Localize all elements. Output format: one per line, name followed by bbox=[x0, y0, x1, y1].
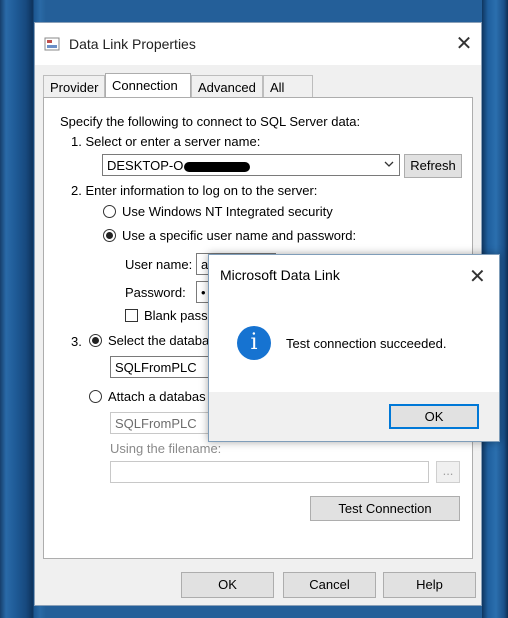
refresh-button[interactable]: Refresh bbox=[404, 154, 462, 178]
select-database-label: Select the databa bbox=[108, 333, 210, 348]
ok-button[interactable]: OK bbox=[181, 572, 274, 598]
blank-password-checkbox[interactable] bbox=[125, 309, 138, 322]
chevron-down-icon bbox=[384, 161, 394, 167]
attach-database-radio[interactable] bbox=[89, 390, 102, 403]
password-label: Password: bbox=[125, 285, 186, 300]
windows-security-radio[interactable] bbox=[103, 205, 116, 218]
help-button[interactable]: Help bbox=[383, 572, 476, 598]
info-icon: i bbox=[237, 326, 271, 360]
blank-password-label: Blank pass bbox=[144, 308, 208, 323]
specific-user-radio[interactable] bbox=[103, 229, 116, 242]
step2-label: 2. Enter information to log on to the se… bbox=[71, 183, 318, 198]
specific-user-label: Use a specific user name and password: bbox=[122, 228, 357, 243]
select-database-radio[interactable] bbox=[89, 334, 102, 347]
tab-all[interactable]: All bbox=[263, 75, 313, 97]
step3-label: 3. bbox=[71, 334, 82, 349]
message-ok-button[interactable]: OK bbox=[389, 404, 479, 429]
browse-button[interactable]: ... bbox=[436, 461, 460, 483]
server-name-combo[interactable]: DESKTOP-O bbox=[102, 154, 400, 176]
server-name-value: DESKTOP-O bbox=[107, 158, 184, 173]
intro-label: Specify the following to connect to SQL … bbox=[60, 114, 361, 129]
message-box-footer: OK bbox=[209, 392, 499, 441]
attach-database-label: Attach a databas bbox=[108, 389, 206, 404]
window-title: Data Link Properties bbox=[69, 36, 196, 52]
title-bar: Data Link Properties ✕ bbox=[35, 23, 481, 65]
tab-provider[interactable]: Provider bbox=[43, 75, 105, 97]
step1-label: 1. Select or enter a server name: bbox=[71, 134, 261, 149]
filename-input[interactable] bbox=[110, 461, 429, 483]
username-label: User name: bbox=[125, 257, 193, 272]
message-box: Microsoft Data Link ✕ i Test connection … bbox=[208, 254, 500, 442]
filename-label: Using the filename: bbox=[110, 441, 222, 456]
windows-security-label: Use Windows NT Integrated security bbox=[122, 204, 333, 219]
test-connection-button[interactable]: Test Connection bbox=[310, 496, 460, 521]
data-link-icon bbox=[44, 37, 60, 51]
tab-connection[interactable]: Connection bbox=[105, 73, 191, 97]
redacted-text bbox=[184, 161, 251, 172]
cancel-button[interactable]: Cancel bbox=[283, 572, 376, 598]
close-icon[interactable]: ✕ bbox=[469, 264, 486, 289]
message-box-title: Microsoft Data Link bbox=[220, 267, 340, 283]
close-icon[interactable]: ✕ bbox=[455, 34, 473, 54]
tab-advanced[interactable]: Advanced bbox=[191, 75, 263, 97]
message-text: Test connection succeeded. bbox=[286, 336, 447, 351]
